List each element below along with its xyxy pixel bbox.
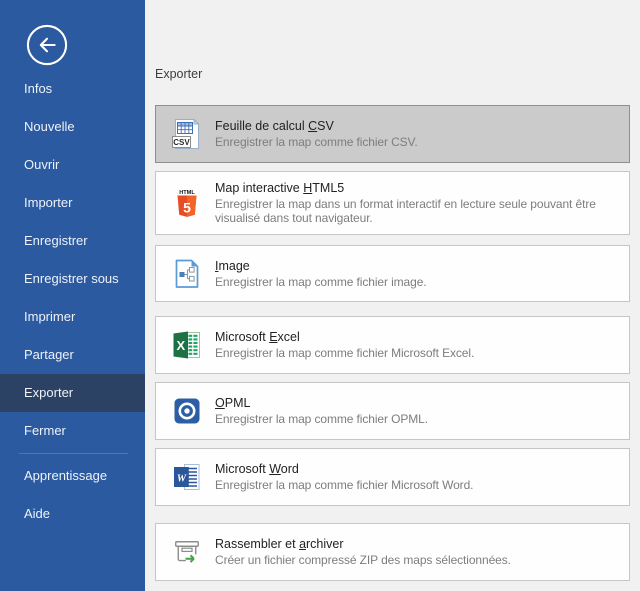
export-option-title: Microsoft Excel [215, 330, 474, 344]
title-post: SV [317, 119, 334, 133]
title-pre: Microsoft [215, 330, 269, 344]
export-option-word[interactable]: W Microsoft Word Enregistrer la map comm… [155, 448, 630, 506]
sidebar-item-infos[interactable]: Infos [0, 70, 145, 108]
sidebar-item-nouvelle[interactable]: Nouvelle [0, 108, 145, 146]
title-post: mage [218, 259, 249, 273]
export-option-description: Enregistrer la map comme fichier OPML. [215, 412, 428, 426]
back-arrow-icon [26, 53, 68, 70]
svg-text:X: X [176, 338, 185, 353]
svg-text:W: W [177, 473, 187, 484]
archive-box-icon [171, 536, 203, 568]
export-option-image[interactable]: Image Enregistrer la map comme fichier i… [155, 245, 630, 302]
title-pre: Feuille de calcul [215, 119, 308, 133]
title-accel: E [269, 330, 277, 344]
export-option-html5[interactable]: HTML 5 Map interactive HTML5 Enregistrer… [155, 171, 630, 235]
export-option-title: OPML [215, 396, 428, 410]
sidebar-item-partager[interactable]: Partager [0, 336, 145, 374]
export-options-list: CSV Feuille de calcul CSV Enregistrer la… [155, 105, 630, 581]
sidebar-item-enregistrer-sous[interactable]: Enregistrer sous [0, 260, 145, 298]
title-accel: O [215, 396, 225, 410]
export-panel: Exporter CSV Feuille de calcul CSV Enreg… [145, 0, 640, 591]
title-post: TML5 [312, 181, 344, 195]
sidebar-divider [19, 453, 128, 454]
svg-text:HTML: HTML [179, 190, 195, 196]
title-post: ord [281, 462, 299, 476]
export-option-title: Image [215, 259, 427, 273]
svg-text:CSV: CSV [173, 138, 190, 147]
export-option-title: Map interactive HTML5 [215, 181, 621, 195]
title-accel: W [269, 462, 281, 476]
export-option-excel[interactable]: X Microsoft Excel Enregistrer la map com… [155, 316, 630, 374]
export-option-title: Rassembler et archiver [215, 537, 511, 551]
excel-icon: X [171, 329, 203, 361]
sidebar-item-exporter[interactable]: Exporter [0, 374, 145, 412]
word-icon: W [171, 461, 203, 493]
export-option-description: Enregistrer la map comme fichier image. [215, 275, 427, 289]
title-post: rchiver [306, 537, 344, 551]
export-option-description: Enregistrer la map comme fichier Microso… [215, 478, 473, 492]
title-post: PML [225, 396, 251, 410]
export-option-opml[interactable]: OPML Enregistrer la map comme fichier OP… [155, 382, 630, 440]
svg-text:5: 5 [183, 200, 191, 216]
export-option-description: Enregistrer la map comme fichier CSV. [215, 135, 418, 149]
export-option-archive[interactable]: Rassembler et archiver Créer un fichier … [155, 523, 630, 581]
page-title: Exporter [155, 67, 202, 81]
title-accel: a [299, 537, 306, 551]
sidebar-item-fermer[interactable]: Fermer [0, 412, 145, 450]
sidebar-item-aide[interactable]: Aide [0, 495, 145, 533]
export-option-title: Feuille de calcul CSV [215, 119, 418, 133]
title-accel: C [308, 119, 317, 133]
html5-icon: HTML 5 [171, 187, 203, 219]
opml-icon [171, 395, 203, 427]
image-file-icon [171, 258, 203, 290]
title-post: xcel [278, 330, 300, 344]
export-option-title: Microsoft Word [215, 462, 473, 476]
export-option-description: Créer un fichier compressé ZIP des maps … [215, 553, 511, 567]
back-button[interactable] [26, 24, 68, 66]
sidebar-item-apprentissage[interactable]: Apprentissage [0, 457, 145, 495]
csv-file-icon: CSV [171, 118, 203, 150]
export-option-csv[interactable]: CSV Feuille de calcul CSV Enregistrer la… [155, 105, 630, 163]
title-pre: Microsoft [215, 462, 269, 476]
title-pre: Map interactive [215, 181, 303, 195]
sidebar-item-enregistrer[interactable]: Enregistrer [0, 222, 145, 260]
backstage-sidebar: Infos Nouvelle Ouvrir Importer Enregistr… [0, 0, 145, 591]
title-pre: Rassembler et [215, 537, 299, 551]
sidebar-item-imprimer[interactable]: Imprimer [0, 298, 145, 336]
sidebar-item-importer[interactable]: Importer [0, 184, 145, 222]
export-option-description: Enregistrer la map comme fichier Microso… [215, 346, 474, 360]
export-option-description: Enregistrer la map dans un format intera… [215, 197, 621, 225]
sidebar-item-ouvrir[interactable]: Ouvrir [0, 146, 145, 184]
sidebar-menu: Infos Nouvelle Ouvrir Importer Enregistr… [0, 70, 145, 533]
title-accel: H [303, 181, 312, 195]
